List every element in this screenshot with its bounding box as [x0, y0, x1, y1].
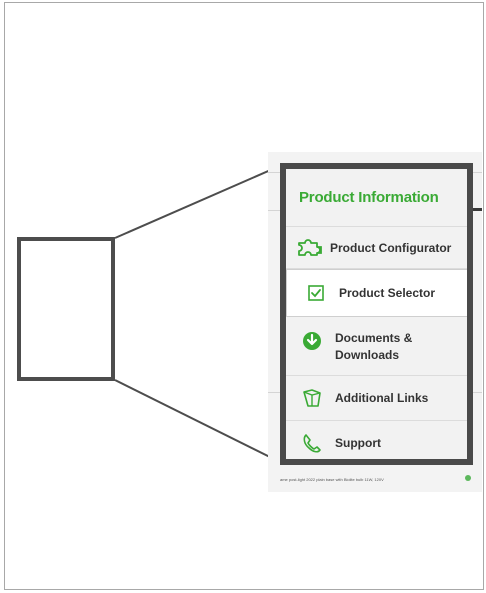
- product-information-menu: Product Information Product Configurator…: [280, 163, 473, 465]
- menu-title: Product Information: [286, 169, 467, 227]
- zoom-source-box: [17, 237, 115, 381]
- menu-item-product-configurator[interactable]: Product Configurator: [286, 227, 467, 269]
- menu-item-label: Documents & Downloads: [335, 331, 413, 362]
- menu-item-label: Additional Links: [335, 391, 429, 405]
- status-dot: [465, 475, 471, 481]
- phone-icon: [301, 432, 323, 454]
- checkbox-icon: [305, 282, 327, 304]
- menu-item-support[interactable]: Support: [286, 421, 467, 459]
- box-link-icon: [301, 387, 323, 409]
- menu-item-additional-links[interactable]: Additional Links: [286, 376, 467, 421]
- menu-item-documents-downloads[interactable]: Documents & Downloads: [286, 317, 467, 376]
- menu-item-label: Support: [335, 436, 381, 450]
- menu-item-label: Product Configurator: [330, 240, 452, 255]
- menu-item-product-selector[interactable]: Product Selector: [286, 269, 467, 317]
- download-icon: [301, 330, 323, 352]
- menu-item-label: Product Selector: [339, 286, 436, 300]
- background-row-text: ame post-light 2022 plain base with Biol…: [280, 477, 384, 482]
- puzzle-icon: [296, 237, 326, 259]
